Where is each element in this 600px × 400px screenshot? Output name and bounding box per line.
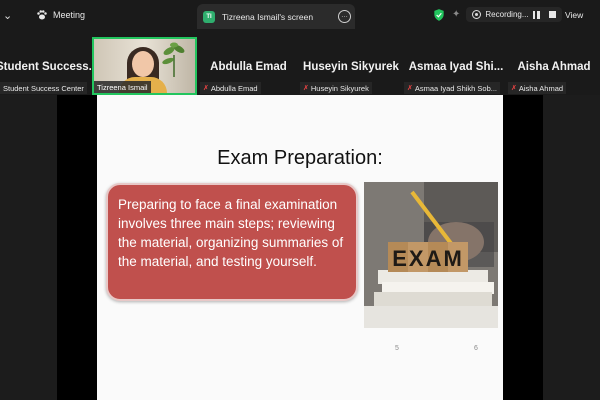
exam-word: EXAM [392,246,464,271]
share-title: Tizreena Ismail's screen [222,11,314,22]
chevron-down-icon[interactable]: ⌄ [3,9,12,22]
slide-textbox: Preparing to face a final examination in… [106,183,358,301]
mic-muted-icon: ✗ [303,85,309,92]
participant-name: Huseyin Sikyurek [303,61,399,73]
page-number: 5 [395,345,399,352]
shield-check-icon[interactable] [432,8,446,22]
recording-label: Recording... [485,10,529,19]
participant-tile[interactable]: Abdulla Emad ✗ Abdulla Emad [200,37,297,95]
meeting-tab[interactable]: Meeting [36,9,85,21]
participant-tile[interactable]: Asmaa Iyad Shi... ✗ Asmaa Iyad Shikh Sob.… [404,37,508,95]
participant-label: Student Success Center [0,82,87,94]
participant-tile[interactable]: Student Success... Student Success Cente… [0,37,99,95]
paw-icon [37,10,47,20]
screen-share-tab[interactable]: TI Tizreena Ismail's screen … [197,4,355,29]
page-number: 6 [474,345,478,352]
stop-icon[interactable] [548,11,556,18]
participant-strip: Student Success... Student Success Cente… [0,33,600,95]
participant-tile[interactable]: Huseyin Sikyurek ✗ Huseyin Sikyurek [300,37,402,95]
participant-name: Student Success... [0,61,99,73]
mic-muted-icon: ✗ [203,85,209,92]
mic-muted-icon: ✗ [407,85,413,92]
sparkle-icon[interactable]: ✦ [452,9,460,20]
participant-label: ✗ Asmaa Iyad Shikh Sob... [404,82,501,94]
participant-name: Asmaa Iyad Shi... [408,61,504,73]
participant-tile[interactable]: Aisha Ahmad ✗ Aisha Ahmad [508,37,600,95]
presentation-slide: Exam Preparation: Preparing to face a fi… [97,95,503,400]
participant-name: Aisha Ahmad [517,61,591,73]
participant-name: Abdulla Emad [210,61,287,73]
view-button[interactable]: View [565,10,583,20]
record-icon [472,10,482,19]
more-options-icon[interactable]: … [338,10,351,23]
pause-icon[interactable] [532,10,541,19]
participant-label: ✗ Aisha Ahmad [508,82,567,94]
exam-illustration: EXAM [364,182,498,328]
recording-indicator[interactable]: Recording... [466,7,562,22]
participant-label: ✗ Huseyin Sikyurek [300,82,372,94]
active-speaker-video[interactable]: Tizreena Ismail [92,37,197,95]
mic-muted-icon: ✗ [511,85,517,92]
speaker-face [132,51,154,77]
participant-label: Tizreena Ismail [94,81,151,93]
slide-title: Exam Preparation: [217,147,383,169]
recording-controls: ✦ Recording... [432,7,562,22]
plant-image [162,42,185,77]
participant-label: ✗ Abdulla Emad [200,82,261,94]
exam-photo: EXAM [364,182,498,328]
meeting-label: Meeting [53,10,86,20]
share-badge: TI [203,10,215,23]
title-bar: ⌄ Meeting TI Tizreena Ismail's screen … … [0,0,600,33]
